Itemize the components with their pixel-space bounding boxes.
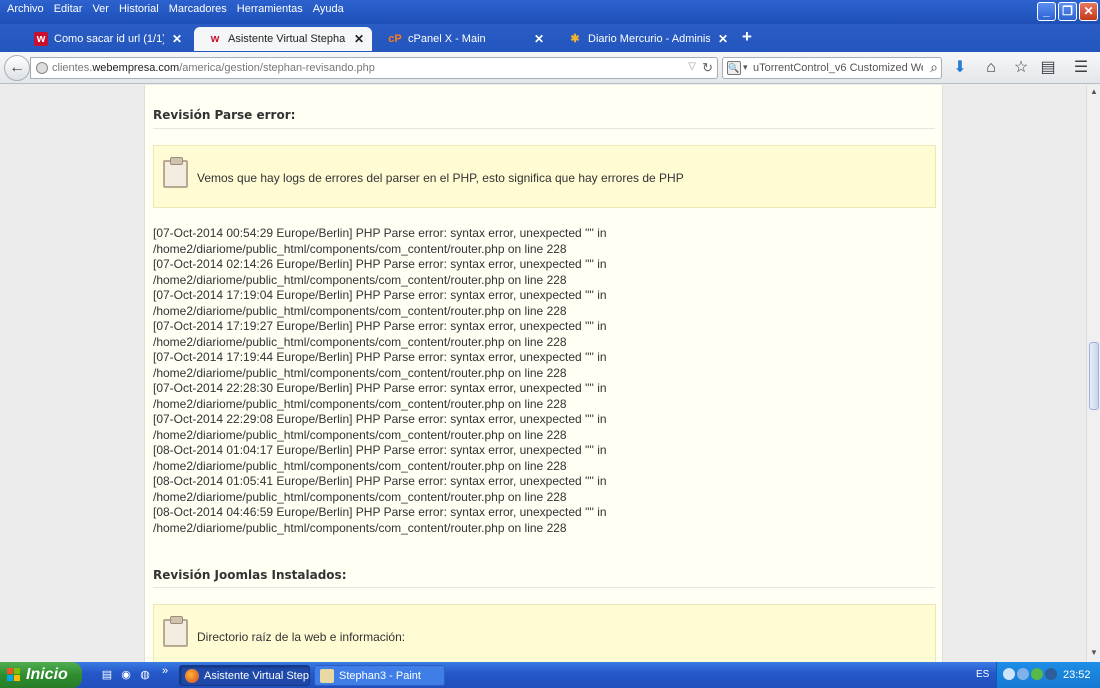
quick-launch-more-icon[interactable]: » <box>158 664 172 678</box>
reload-icon[interactable]: ↻ <box>702 60 713 76</box>
tab-bar: w Como sacar id url (1/1) - Hosti... ✕ w… <box>0 24 1100 52</box>
close-tab-icon[interactable]: ✕ <box>716 32 730 46</box>
scroll-down-icon[interactable]: ▼ <box>1089 648 1099 660</box>
tab-label: Diario Mercurio - Administraci... <box>588 33 710 45</box>
windows-flag-icon <box>7 668 21 682</box>
page-viewport: Revisión Parse error: Vemos que hay logs… <box>0 85 1086 662</box>
search-engine-icon[interactable]: 🔍 <box>727 61 741 75</box>
chrome-icon[interactable]: ◍ <box>138 668 152 682</box>
menu-historial[interactable]: Historial <box>114 2 164 16</box>
menu-bar: Archivo Editar Ver Historial Marcadores … <box>2 2 349 16</box>
language-indicator[interactable]: ES <box>976 669 989 680</box>
tab-diario-mercurio[interactable]: ✱ Diario Mercurio - Administraci... ✕ <box>554 27 736 51</box>
scroll-up-icon[interactable]: ▲ <box>1089 87 1099 99</box>
search-icon[interactable]: ⌕ <box>930 59 938 76</box>
notice-text: Vemos que hay logs de errores del parser… <box>197 171 684 185</box>
log-entry: [08-Oct-2014 01:04:17 Europe/Berlin] PHP… <box>153 443 607 473</box>
back-button[interactable]: ← <box>4 55 30 81</box>
error-log-list: [07-Oct-2014 00:54:29 Europe/Berlin] PHP… <box>153 226 929 536</box>
task-paint[interactable]: Stephan3 - Paint <box>314 665 445 686</box>
tab-label: cPanel X - Main <box>408 33 486 45</box>
clipboard-icon <box>163 616 188 647</box>
content-panel: Revisión Parse error: Vemos que hay logs… <box>144 85 943 662</box>
url-text[interactable]: clientes.webempresa.com/america/gestion/… <box>52 62 375 74</box>
history-dropdown-icon[interactable]: ▽ <box>688 61 696 72</box>
log-entry: [07-Oct-2014 22:29:08 Europe/Berlin] PHP… <box>153 412 607 442</box>
menu-archivo[interactable]: Archivo <box>2 2 49 16</box>
section-title-joomlas: Revisión Joomlas Instalados: <box>153 568 347 582</box>
home-icon[interactable]: ⌂ <box>981 58 1001 78</box>
task-label: Asistente Virtual Step... <box>204 670 310 682</box>
log-entry: [07-Oct-2014 17:19:27 Europe/Berlin] PHP… <box>153 319 607 349</box>
log-entry: [08-Oct-2014 01:05:41 Europe/Berlin] PHP… <box>153 474 607 504</box>
volume-icon[interactable] <box>1045 668 1057 680</box>
search-input[interactable]: uTorrentControl_v6 Customized Web Sea <box>753 62 923 74</box>
bookmarks-icon[interactable]: ▤ <box>1038 58 1058 78</box>
log-entry: [08-Oct-2014 04:46:59 Europe/Berlin] PHP… <box>153 505 607 535</box>
menu-icon[interactable]: ☰ <box>1071 58 1091 78</box>
log-entry: [07-Oct-2014 00:54:29 Europe/Berlin] PHP… <box>153 226 607 256</box>
minimize-button[interactable]: _ <box>1037 2 1056 21</box>
log-entry: [07-Oct-2014 22:28:30 Europe/Berlin] PHP… <box>153 381 607 411</box>
scrollbar-thumb[interactable] <box>1089 342 1099 410</box>
tab-label: Como sacar id url (1/1) - Hosti... <box>54 33 164 45</box>
webempresa-icon: w <box>210 33 220 45</box>
start-button[interactable]: Inicio <box>0 662 82 688</box>
menu-herramientas[interactable]: Herramientas <box>232 2 308 16</box>
notice-box: Directorio raíz de la web e información: <box>153 604 936 662</box>
log-entry: [07-Oct-2014 02:14:26 Europe/Berlin] PHP… <box>153 257 607 287</box>
section-title-parse-error: Revisión Parse error: <box>153 108 296 122</box>
navigation-bar: clientes.webempresa.com/america/gestion/… <box>0 52 1100 84</box>
window-title-bar: Archivo Editar Ver Historial Marcadores … <box>0 0 1100 24</box>
notice-box: Vemos que hay logs de errores del parser… <box>153 145 936 208</box>
clock: 23:52 <box>1063 669 1091 681</box>
menu-editar[interactable]: Editar <box>49 2 88 16</box>
joomla-icon: ✱ <box>570 33 580 45</box>
restore-button[interactable]: ❐ <box>1058 2 1077 21</box>
divider <box>153 587 935 588</box>
paint-icon <box>320 669 334 683</box>
close-tab-icon[interactable]: ✕ <box>532 32 546 46</box>
firefox-icon <box>185 669 199 683</box>
log-entry: [07-Oct-2014 17:19:04 Europe/Berlin] PHP… <box>153 288 607 318</box>
globe-icon <box>36 62 48 74</box>
media-player-icon[interactable]: ◉ <box>119 668 133 682</box>
search-bar[interactable]: 🔍 ▾ uTorrentControl_v6 Customized Web Se… <box>722 57 942 79</box>
menu-ayuda[interactable]: Ayuda <box>308 2 349 16</box>
new-tab-icon[interactable]: + <box>742 27 752 47</box>
menu-marcadores[interactable]: Marcadores <box>164 2 232 16</box>
url-bar[interactable]: clientes.webempresa.com/america/gestion/… <box>30 57 718 79</box>
start-label: Inicio <box>26 666 68 683</box>
tab-cpanel[interactable]: cP cPanel X - Main ✕ <box>374 27 552 51</box>
divider <box>153 128 935 129</box>
task-label: Stephan3 - Paint <box>339 670 421 682</box>
notepad-icon[interactable]: ▤ <box>100 668 114 682</box>
close-tab-icon[interactable]: ✕ <box>352 32 366 46</box>
tab-hosting[interactable]: w Como sacar id url (1/1) - Hosti... ✕ <box>20 27 190 51</box>
cpanel-icon: cP <box>388 33 402 45</box>
tab-label: Asistente Virtual Stephan 0.4 ... <box>228 33 346 45</box>
close-tab-icon[interactable]: ✕ <box>170 32 184 46</box>
tab-asistente[interactable]: w Asistente Virtual Stephan 0.4 ... ✕ <box>194 27 372 51</box>
menu-ver[interactable]: Ver <box>87 2 114 16</box>
back-arrow-tray-icon[interactable] <box>1003 668 1015 680</box>
download-icon[interactable]: ⬇ <box>950 58 970 78</box>
vertical-scrollbar[interactable]: ▲ ▼ <box>1086 85 1100 662</box>
task-firefox[interactable]: Asistente Virtual Step... <box>179 665 310 686</box>
window-controls: _ ❐ ✕ <box>1037 2 1098 21</box>
webempresa-icon: w <box>34 32 48 46</box>
bookmark-star-icon[interactable]: ☆ <box>1011 58 1031 78</box>
notice-text: Directorio raíz de la web e información: <box>197 630 406 644</box>
log-entry: [07-Oct-2014 17:19:44 Europe/Berlin] PHP… <box>153 350 607 380</box>
close-window-button[interactable]: ✕ <box>1079 2 1098 21</box>
taskbar: Inicio ▤ ◉ ◍ » Asistente Virtual Step...… <box>0 662 1100 688</box>
chevron-down-icon[interactable]: ▾ <box>743 62 748 73</box>
clipboard-icon <box>163 157 188 188</box>
system-tray: 23:52 <box>996 662 1100 688</box>
network-icon[interactable] <box>1017 668 1029 680</box>
info-icon[interactable] <box>1031 668 1043 680</box>
